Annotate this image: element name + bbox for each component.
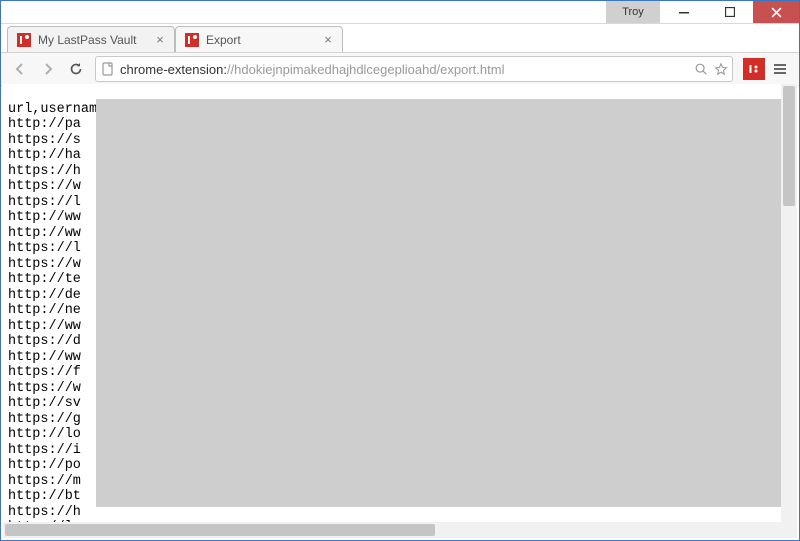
reload-icon bbox=[68, 61, 84, 77]
bookmark-star-icon[interactable] bbox=[714, 62, 728, 76]
window-maximize-button[interactable] bbox=[707, 1, 753, 23]
address-bar-url: chrome-extension://hdokiejnpimakedhajhdl… bbox=[120, 62, 694, 77]
minimize-icon bbox=[679, 7, 689, 17]
horizontal-scrollbar-thumb[interactable] bbox=[5, 524, 435, 536]
hamburger-icon bbox=[772, 61, 788, 77]
window-titlebar: Troy bbox=[1, 1, 799, 24]
redaction-overlay bbox=[96, 99, 783, 507]
chrome-user-label: Troy bbox=[622, 6, 644, 18]
tab-label: My LastPass Vault bbox=[38, 33, 152, 47]
browser-window: Troy My LastPass Vault × Export × bbox=[0, 0, 800, 541]
arrow-left-icon bbox=[12, 61, 28, 77]
maximize-icon bbox=[725, 7, 735, 17]
lastpass-extension-button[interactable] bbox=[743, 58, 765, 80]
chrome-user-button[interactable]: Troy bbox=[606, 1, 661, 23]
lastpass-icon bbox=[16, 32, 32, 48]
tab-close-button[interactable]: × bbox=[320, 32, 336, 48]
vertical-scrollbar[interactable] bbox=[781, 84, 797, 522]
close-icon bbox=[771, 7, 782, 18]
address-bar[interactable]: chrome-extension://hdokiejnpimakedhajhdl… bbox=[95, 56, 733, 82]
scrollbar-corner bbox=[781, 522, 797, 538]
back-button[interactable] bbox=[7, 56, 33, 82]
browser-toolbar: chrome-extension://hdokiejnpimakedhajhdl… bbox=[1, 52, 799, 86]
tab-label: Export bbox=[206, 33, 320, 47]
omnibox-actions bbox=[694, 62, 728, 76]
search-icon[interactable] bbox=[694, 62, 708, 76]
horizontal-scrollbar[interactable] bbox=[3, 522, 781, 538]
vertical-scrollbar-thumb[interactable] bbox=[783, 86, 795, 206]
titlebar-spacer bbox=[1, 1, 606, 23]
chrome-menu-button[interactable] bbox=[767, 56, 793, 82]
tab-close-button[interactable]: × bbox=[152, 32, 168, 48]
page-icon bbox=[100, 61, 116, 77]
reload-button[interactable] bbox=[63, 56, 89, 82]
lastpass-icon bbox=[184, 32, 200, 48]
tabstrip: My LastPass Vault × Export × bbox=[1, 24, 799, 52]
window-close-button[interactable] bbox=[753, 1, 799, 23]
tab-export[interactable]: Export × bbox=[175, 26, 343, 52]
window-minimize-button[interactable] bbox=[661, 1, 707, 23]
tab-lastpass-vault[interactable]: My LastPass Vault × bbox=[7, 26, 175, 52]
forward-button[interactable] bbox=[35, 56, 61, 82]
lastpass-icon bbox=[747, 62, 761, 76]
arrow-right-icon bbox=[40, 61, 56, 77]
